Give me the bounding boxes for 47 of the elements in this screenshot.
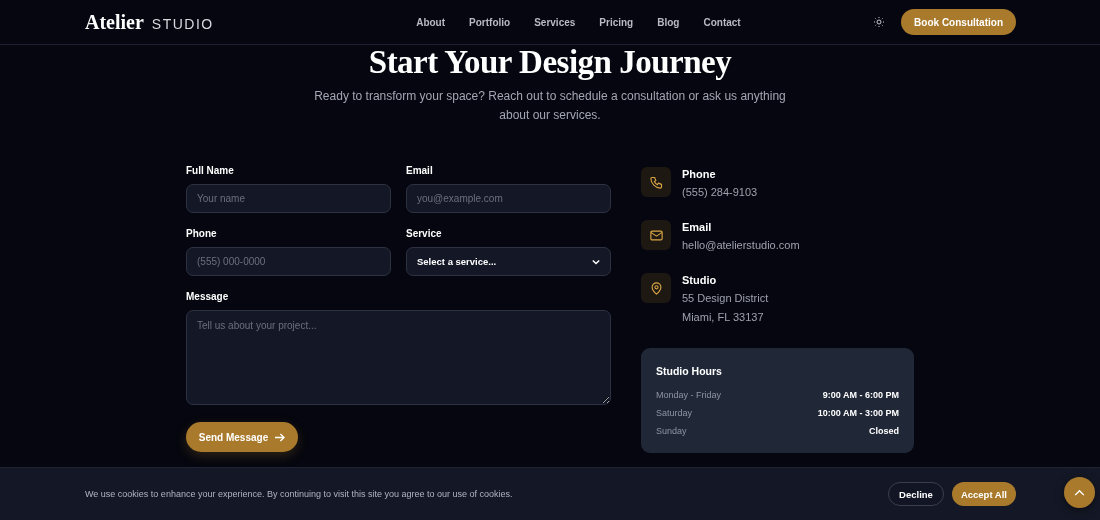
envelope-icon: [641, 220, 671, 250]
chevron-up-icon: [1074, 489, 1085, 496]
contact-detail: Miami, FL 33137: [682, 310, 765, 325]
send-message-button[interactable]: Send Message: [186, 422, 298, 452]
hours-day: Sunday: [656, 426, 687, 436]
nav-link[interactable]: Pricing: [599, 16, 634, 28]
input-field[interactable]: you@example.com: [406, 184, 611, 213]
contact-title: Email: [682, 221, 713, 234]
contact-title: Phone: [682, 168, 717, 181]
field-label: Service: [406, 228, 443, 240]
input-field[interactable]: (555) 000-0000: [186, 247, 391, 276]
arrow-right-icon: [274, 432, 286, 442]
accept-button[interactable]: Accept All: [951, 482, 1016, 506]
select-field[interactable]: Select a service...: [406, 247, 611, 276]
nav-link[interactable]: Portfolio: [469, 16, 511, 28]
decline-button[interactable]: Decline: [888, 482, 944, 506]
contact-detail: 55 Design District: [682, 291, 769, 306]
field-label: Email: [406, 165, 434, 177]
nav-link[interactable]: Blog: [657, 16, 680, 28]
contact-detail: (555) 284-9103: [682, 185, 758, 200]
hours-day: Saturday: [656, 408, 693, 418]
hours-time: 9:00 AM - 6:00 PM: [822, 390, 899, 400]
chevron-down-icon: [592, 258, 600, 265]
field-label: Phone: [186, 228, 218, 240]
nav-link[interactable]: Services: [534, 16, 576, 28]
cookie-notice: We use cookies to enhance your experience. By continuing to visit this site you agree to our use of cookies.: [85, 489, 513, 499]
hours-time: Closed: [869, 426, 899, 436]
book-consultation-button[interactable]: Book Consultation: [901, 9, 1016, 35]
field-label: Message: [186, 291, 230, 303]
hours-day: Monday - Friday: [656, 390, 722, 400]
input-field[interactable]: Your name: [186, 184, 391, 213]
page-title: Start Your Design Journey: [368, 45, 732, 79]
phone-icon: [641, 167, 671, 197]
logo-suffix[interactable]: STUDIO: [151, 15, 214, 32]
contact-detail: hello@atelierstudio.com: [682, 238, 800, 253]
nav-link[interactable]: Contact: [703, 16, 741, 28]
hours-time: 10:00 AM - 3:00 PM: [817, 408, 899, 418]
map-pin-icon: [641, 273, 671, 303]
field-label: Full Name: [186, 165, 235, 177]
page-subtitle: Ready to transform your space? Reach out to schedule a consultation or ask us anything about our services.: [313, 88, 787, 124]
scroll-to-top-button[interactable]: [1064, 477, 1095, 508]
message-field[interactable]: Tell us about your project...: [186, 310, 611, 405]
hours-title: Studio Hours: [656, 365, 723, 377]
contact-title: Studio: [682, 274, 718, 287]
sun-icon[interactable]: [873, 16, 886, 28]
logo-text[interactable]: Atelier: [85, 10, 144, 34]
nav-link[interactable]: About: [416, 16, 446, 28]
